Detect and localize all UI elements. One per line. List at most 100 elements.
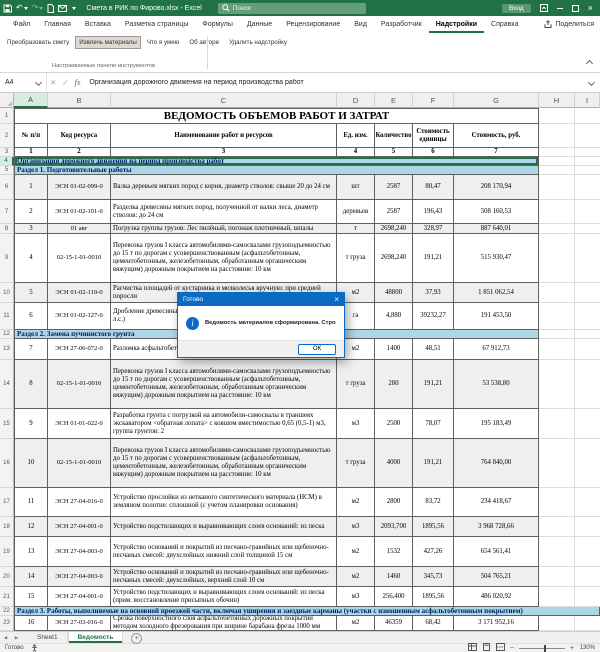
total-cost-cell[interactable]: 208 170,94 xyxy=(454,175,539,200)
zoom-level[interactable]: 130% xyxy=(579,645,595,651)
quantity-cell[interactable]: 1532 xyxy=(375,537,413,567)
work-name-cell[interactable]: Разделка древесины мягких пород, получен… xyxy=(111,200,337,224)
ribbon-tab-Надстройки[interactable]: Надстройки xyxy=(429,16,484,33)
total-cost-cell[interactable]: 508 160,53 xyxy=(454,200,539,224)
total-cost-cell[interactable]: 654 561,41 xyxy=(454,537,539,567)
row-header-11[interactable]: 11 xyxy=(0,303,14,330)
row-header-5[interactable]: 5 xyxy=(0,166,14,175)
table-header-cell[interactable]: Наименование работ и ресурсов xyxy=(111,124,337,148)
resource-code-cell[interactable]: ЭСН 27-04-001-0 xyxy=(48,587,111,607)
empty-cell[interactable] xyxy=(539,157,575,166)
empty-cell[interactable] xyxy=(575,587,600,607)
row-header-21[interactable]: 21 xyxy=(0,587,14,607)
table-header-cell[interactable]: 4 xyxy=(337,148,375,157)
empty-cell[interactable] xyxy=(539,567,575,587)
column-header-I[interactable]: I xyxy=(575,93,600,108)
quantity-cell[interactable]: 2800 xyxy=(375,488,413,517)
unit-cell[interactable]: м3 xyxy=(337,517,375,537)
unit-cost-cell[interactable]: 1895,56 xyxy=(413,517,454,537)
unit-cell[interactable]: м3 xyxy=(337,409,375,439)
item-number-cell[interactable]: 11 xyxy=(14,488,48,517)
empty-cell[interactable] xyxy=(539,339,575,360)
unit-cost-cell[interactable]: 37,93 xyxy=(413,283,454,303)
addin-button[interactable]: Извлечь материалы xyxy=(75,36,141,49)
quantity-cell[interactable]: 2587 xyxy=(375,200,413,224)
work-name-cell[interactable]: Устройство подстилающих и выравнивающих … xyxy=(111,517,337,537)
item-number-cell[interactable]: 9 xyxy=(14,409,48,439)
item-number-cell[interactable]: 14 xyxy=(14,567,48,587)
empty-cell[interactable] xyxy=(539,409,575,439)
unit-cell[interactable]: м2 xyxy=(337,567,375,587)
total-cost-cell[interactable]: 191 453,50 xyxy=(454,303,539,330)
total-cost-cell[interactable]: 234 418,67 xyxy=(454,488,539,517)
enter-icon[interactable]: ✓ xyxy=(62,78,68,87)
column-header-C[interactable]: C xyxy=(111,93,337,108)
ribbon-tab-Справка[interactable]: Справка xyxy=(484,16,525,33)
total-cost-cell[interactable]: 515 930,47 xyxy=(454,234,539,283)
new-sheet-button[interactable]: + xyxy=(131,633,142,644)
unit-cost-cell[interactable]: 427,26 xyxy=(413,537,454,567)
dialog-title-bar[interactable]: Готово × xyxy=(178,293,344,306)
empty-cell[interactable] xyxy=(575,409,600,439)
table-header-cell[interactable]: 6 xyxy=(413,148,454,157)
section-cell[interactable]: Организация дорожного движения на период… xyxy=(14,157,539,166)
row-header-2[interactable]: 2 xyxy=(0,124,14,148)
column-header-A[interactable]: A xyxy=(14,93,48,108)
empty-cell[interactable] xyxy=(539,224,575,234)
empty-cell[interactable] xyxy=(575,108,600,124)
quantity-cell[interactable]: 2698,240 xyxy=(375,234,413,283)
item-number-cell[interactable]: 2 xyxy=(14,200,48,224)
row-header-17[interactable]: 17 xyxy=(0,488,14,517)
table-header-cell[interactable]: 1 xyxy=(14,148,48,157)
item-number-cell[interactable]: 3 xyxy=(14,224,48,234)
undo-button[interactable]: ↶ xyxy=(16,4,28,12)
customize-qat-icon[interactable] xyxy=(71,7,76,10)
unit-cost-cell[interactable]: 83,72 xyxy=(413,488,454,517)
row-header-7[interactable]: 7 xyxy=(0,200,14,224)
addin-button[interactable]: Преобразовать смету xyxy=(3,36,73,49)
ribbon-tab-Разработчик[interactable]: Разработчик xyxy=(374,16,429,33)
accessibility-icon[interactable] xyxy=(31,644,38,652)
row-header-18[interactable]: 18 xyxy=(0,517,14,537)
empty-cell[interactable] xyxy=(575,616,600,631)
empty-cell[interactable] xyxy=(575,175,600,200)
column-header-H[interactable]: H xyxy=(539,93,575,108)
work-name-cell[interactable]: Устройство подстилающих и выравнивающих … xyxy=(111,587,337,607)
work-name-cell[interactable]: Погрузка группы грузов: Лес пилёный, пог… xyxy=(111,224,337,234)
table-header-cell[interactable]: 5 xyxy=(375,148,413,157)
sheet-tab-Ведомость[interactable]: Ведомость xyxy=(68,632,124,643)
share-button[interactable]: Поделиться xyxy=(544,16,594,33)
addin-button[interactable]: Удалить надстройку xyxy=(225,36,291,49)
empty-cell[interactable] xyxy=(539,439,575,488)
resource-code-cell[interactable]: ЭСН 27-04-003-0 xyxy=(48,567,111,587)
empty-cell[interactable] xyxy=(575,303,600,330)
quantity-cell[interactable]: 46359 xyxy=(375,616,413,631)
section-cell[interactable]: Раздел 3. Работы, выполняемые на основно… xyxy=(14,607,600,616)
collapse-ribbon-icon[interactable] xyxy=(586,60,593,67)
close-button[interactable]: × xyxy=(588,4,593,13)
unit-cell[interactable]: шт xyxy=(337,175,375,200)
empty-cell[interactable] xyxy=(539,330,575,339)
resource-code-cell[interactable]: ЭСН 01-02-119-0 xyxy=(48,283,111,303)
empty-cell[interactable] xyxy=(539,587,575,607)
redo-button[interactable]: ↷ xyxy=(32,4,44,12)
empty-cell[interactable] xyxy=(575,148,600,157)
total-cost-cell[interactable]: 53 538,80 xyxy=(454,360,539,409)
empty-cell[interactable] xyxy=(539,283,575,303)
empty-cell[interactable] xyxy=(575,224,600,234)
work-name-cell[interactable]: Устройство оснований и покрытий из песча… xyxy=(111,537,337,567)
item-number-cell[interactable]: 1 xyxy=(14,175,48,200)
addin-button[interactable]: Об авторе xyxy=(185,36,223,49)
item-number-cell[interactable]: 16 xyxy=(14,616,48,631)
quantity-cell[interactable]: 2587 xyxy=(375,175,413,200)
unit-cost-cell[interactable]: 191,21 xyxy=(413,234,454,283)
unit-cell[interactable]: м3 xyxy=(337,587,375,607)
sheet-nav-right-icon[interactable]: ▶ xyxy=(11,632,22,643)
sheet-title-cell[interactable]: ВЕДОМОСТЬ ОБЪЕМОВ РАБОТ И ЗАТРАТ xyxy=(14,108,539,124)
table-header-cell[interactable]: 2 xyxy=(48,148,111,157)
zoom-slider-thumb[interactable] xyxy=(544,645,546,652)
row-header-8[interactable]: 8 xyxy=(0,224,14,234)
section-cell[interactable]: Раздел 1. Подготовительные работы xyxy=(14,166,539,175)
resource-code-cell[interactable]: ЭСН 27-04-001-0 xyxy=(48,517,111,537)
insert-function-icon[interactable]: fx xyxy=(75,78,81,87)
